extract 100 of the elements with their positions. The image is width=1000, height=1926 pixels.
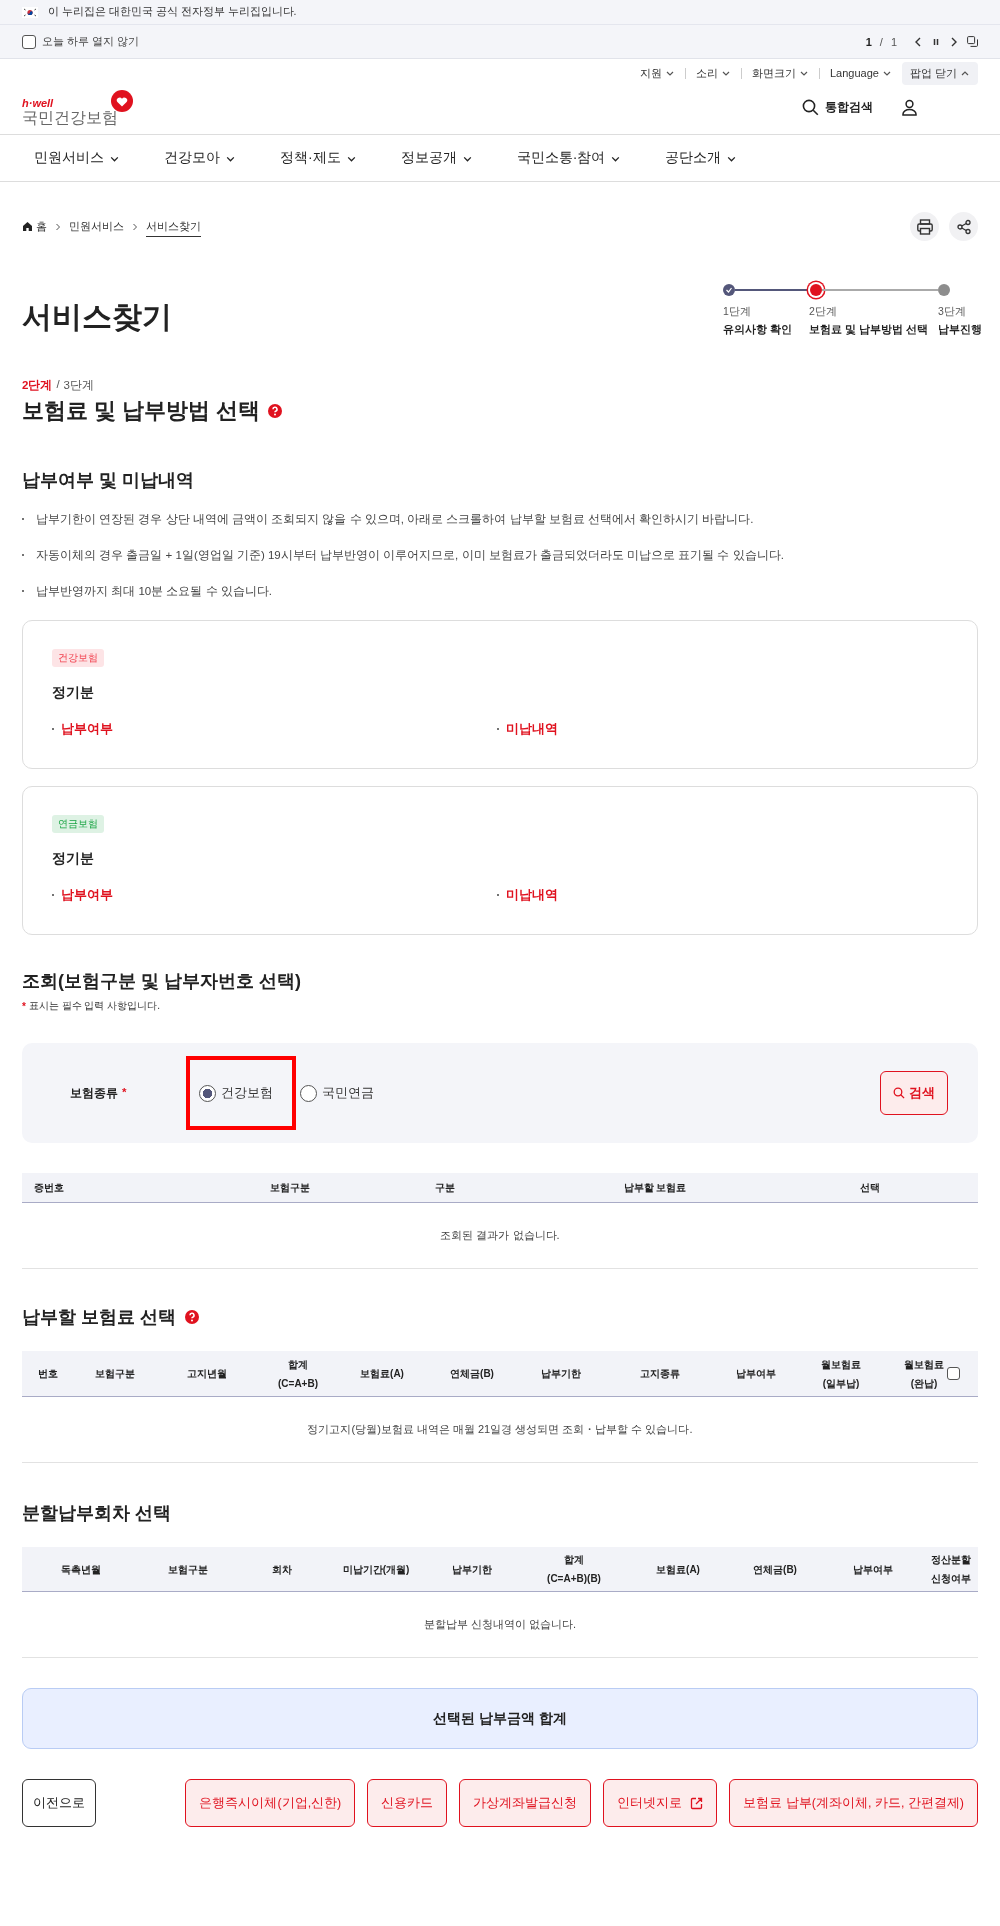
action-button[interactable]: 가상계좌발급신청 <box>459 1779 592 1827</box>
nav-menu[interactable]: 정보공개 <box>400 149 473 167</box>
banner-text: 이 누리집은 대한민국 공식 전자정부 누리집입니다. <box>48 5 297 19</box>
radio-label[interactable]: 국민연금 <box>322 1084 374 1102</box>
column-header: 납부기한 <box>452 1562 492 1577</box>
required-mark: * <box>122 1085 127 1100</box>
total-bar: 선택된 납부금액 합계 <box>22 1688 978 1749</box>
step-label: 보험료 및 납부방법 선택 <box>809 323 929 337</box>
search-button[interactable]: 검색 <box>880 1071 948 1115</box>
action-button[interactable]: 이전으로 <box>22 1779 96 1827</box>
column-header: 보험구분 <box>168 1562 208 1577</box>
step-label: 유의사항 확인 <box>723 323 793 337</box>
column-header: 납부여부 <box>853 1562 893 1577</box>
pause-icon[interactable] <box>931 36 941 47</box>
radio-label[interactable]: 건강보험 <box>221 1084 273 1102</box>
column-header: 연체금(B) <box>753 1562 797 1577</box>
section-title: 납부할 보험료 선택 <box>22 1306 176 1329</box>
radio-button[interactable] <box>199 1084 216 1102</box>
card-title: 정기분 <box>52 850 95 868</box>
step-number: 3단계 <box>938 305 967 319</box>
step-separator: / <box>56 378 60 392</box>
field-label: 미납내역 <box>497 721 948 738</box>
column-header: 납부할 보험료 <box>623 1181 687 1195</box>
menu-button[interactable]: 화면크기 <box>748 62 813 84</box>
menu-button[interactable]: Language <box>826 64 896 82</box>
card-title: 정기분 <box>52 684 95 702</box>
action-button[interactable]: 보험료 납부(계좌이체, 카드, 간편결제) <box>729 1779 978 1827</box>
checkbox-label[interactable]: 오늘 하루 열지 않기 <box>42 34 140 49</box>
empty-message: 분할납부 신청내역이 없습니다. <box>22 1592 978 1658</box>
page-total: 1 <box>890 35 897 48</box>
logo[interactable]: h·well 국민건강보험 <box>22 88 134 126</box>
external-link-button[interactable]: 인터넷지로 <box>603 1779 718 1827</box>
section-title: 납부여부 및 미납내역 <box>22 469 195 492</box>
column-header: 납부기한 <box>541 1367 581 1381</box>
nav-menu[interactable]: 공단소개 <box>665 149 738 167</box>
breadcrumb-link[interactable]: 서비스찾기 <box>146 216 201 237</box>
field-label: 납부여부 <box>52 887 497 904</box>
external-link-icon <box>690 1796 704 1810</box>
column-header: 정산분할 신청여부 <box>931 1553 971 1586</box>
page-title: 서비스찾기 <box>22 299 172 335</box>
flag-icon <box>22 6 38 18</box>
previous-icon[interactable] <box>913 36 923 47</box>
next-icon[interactable] <box>949 36 959 47</box>
print-button[interactable] <box>910 212 939 241</box>
action-button[interactable]: 은행즉시이체(기업,신한) <box>185 1779 356 1827</box>
windows-icon[interactable] <box>967 36 978 47</box>
column-header: 증번호 <box>34 1181 64 1195</box>
notice-text: 납부기한이 연장된 경우 상단 내역에 금액이 조회되지 않을 수 있으며, 아래로 스크롤하여 납부할 보험료 선택에서 확인하시기 바랍니다. <box>22 512 978 527</box>
current-step: 2단계 <box>22 378 53 393</box>
tag: 연금보험 <box>52 815 104 833</box>
share-icon <box>955 218 972 235</box>
menu-button[interactable]: 지원 <box>636 62 679 84</box>
nav-menu[interactable]: 건강모아 <box>164 149 236 167</box>
column-header: 연체금(B) <box>450 1367 494 1381</box>
required-mark: * <box>22 1000 26 1012</box>
nav-menu[interactable]: 국민소통·참여 <box>516 149 622 167</box>
section-title: 조회(보험구분 및 납부자번호 선택) <box>22 970 302 993</box>
breadcrumb-link[interactable]: 홈 <box>22 217 47 236</box>
printer-icon <box>915 217 934 236</box>
menu-button[interactable]: 소리 <box>692 62 735 84</box>
column-header: 구분 <box>435 1181 455 1195</box>
chevron-icon <box>54 222 62 231</box>
column-header: 회차 <box>272 1562 292 1577</box>
breadcrumb-link[interactable]: 민원서비스 <box>69 217 124 236</box>
column-header: 미납기간(개월) <box>342 1562 410 1577</box>
checkbox[interactable] <box>947 1367 960 1380</box>
column-header: 번호 <box>38 1367 58 1381</box>
help-icon[interactable] <box>185 1310 199 1324</box>
step-title: 보험료 및 납부방법 선택 <box>22 397 261 425</box>
required-note: 표시는 필수 입력 사항입니다. <box>28 999 161 1013</box>
share-button[interactable] <box>949 212 978 241</box>
nav-menu[interactable]: 정책·제도 <box>280 149 357 167</box>
column-header: 합계 (C=A+B) <box>278 1357 318 1391</box>
empty-message: 정기고지(당월)보험료 내역은 매월 21일경 생성되면 조회・납부할 수 있습니다. <box>22 1397 978 1463</box>
column-header: 월보험료 (완납) <box>904 1357 944 1391</box>
checkbox[interactable] <box>22 34 36 49</box>
search-button[interactable]: 통합검색 <box>796 97 879 117</box>
search-icon <box>802 98 819 116</box>
column-header: 월보험료 (일부납) <box>821 1357 861 1391</box>
field-label: 미납내역 <box>497 887 948 904</box>
section-title: 분할납부회차 선택 <box>22 1502 172 1525</box>
action-button[interactable]: 신용카드 <box>367 1779 448 1827</box>
column-header: 보험료(A) <box>656 1562 700 1577</box>
column-header: 보험구분 <box>95 1367 135 1381</box>
notice-text: 자동이체의 경우 출금일 + 1일(영업일 기준) 19시부터 납부반영이 이루어지므로, 이미 보험료가 출금되었더라도 미납으로 표기될 수 있습니다. <box>22 548 978 563</box>
home-icon <box>22 221 33 232</box>
step-number: 2단계 <box>809 305 838 319</box>
column-header: 보험구분 <box>270 1181 310 1195</box>
menu-button[interactable]: 팝업 닫기 <box>901 61 978 85</box>
notice-text: 납부반영까지 최대 10분 소요될 수 있습니다. <box>22 584 978 599</box>
total-steps: 3단계 <box>63 378 94 393</box>
radio-button[interactable] <box>300 1084 317 1102</box>
help-icon[interactable] <box>268 404 283 418</box>
nav-menu[interactable]: 민원서비스 <box>34 149 120 167</box>
column-header: 납부여부 <box>736 1367 776 1381</box>
field-label: 납부여부 <box>52 721 497 738</box>
user-icon[interactable] <box>901 98 918 116</box>
empty-message: 조회된 결과가 없습니다. <box>22 1203 978 1269</box>
column-header: 독촉년월 <box>61 1562 101 1577</box>
page-number: 1 <box>865 35 872 48</box>
